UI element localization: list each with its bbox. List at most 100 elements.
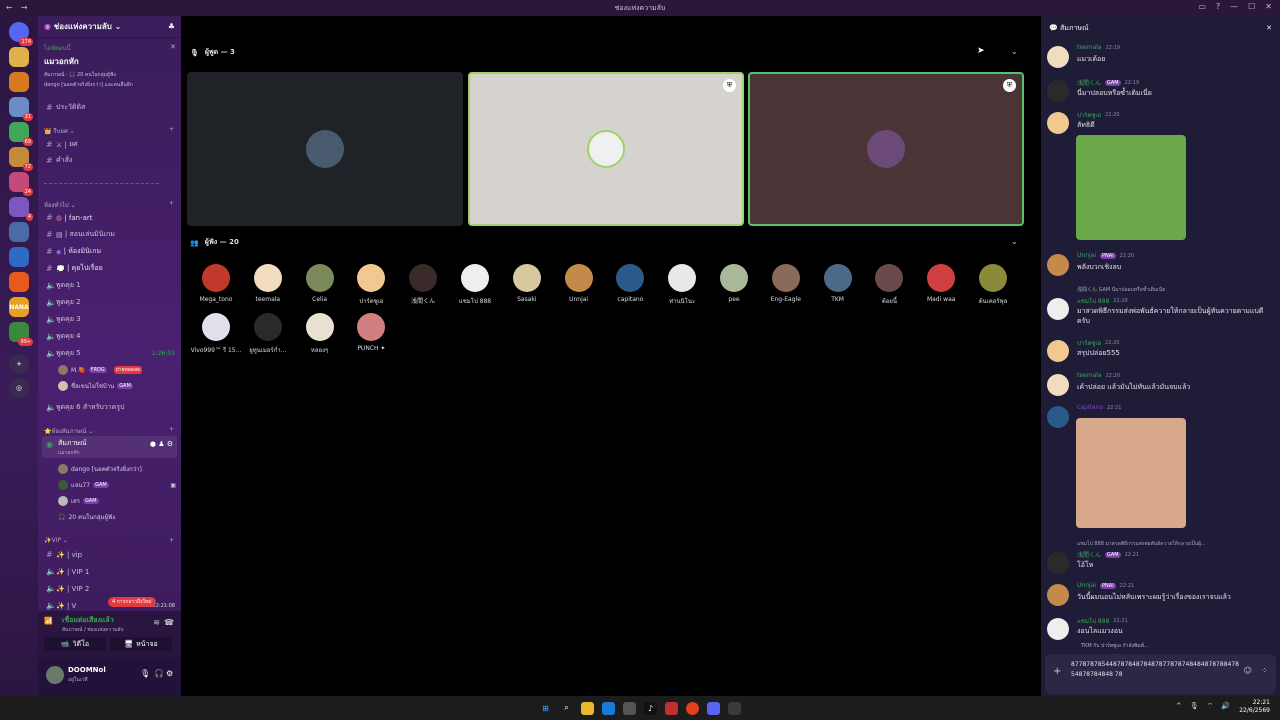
forward-arrow-icon[interactable]: → (21, 3, 28, 12)
author-name[interactable]: 浅間くん (1077, 78, 1101, 87)
speaker-tile[interactable] (187, 72, 463, 226)
channel-rules[interactable]: # ประวัติดิส (38, 100, 181, 115)
server-icon[interactable]: 24 (9, 172, 33, 196)
listener[interactable]: Mega_tono (196, 264, 236, 303)
listener[interactable]: ต้นเคอร์พุล (973, 264, 1013, 306)
server-icon[interactable] (9, 272, 29, 292)
gear-icon[interactable]: ⚙ (166, 669, 173, 678)
discord-icon[interactable] (707, 701, 720, 715)
channel-vip-2[interactable]: 🔈 ✨ | VIP 2 (38, 581, 181, 596)
listener[interactable]: Vivo999™ รี 15... (191, 313, 241, 355)
listener[interactable]: Madi waa (921, 264, 961, 303)
add-channel-icon[interactable]: + (169, 426, 174, 436)
listener[interactable]: แชมโป 888 (455, 264, 495, 306)
chevron-up-icon[interactable]: ^ (1176, 702, 1182, 711)
tiktok-icon[interactable]: ♪ (644, 701, 657, 715)
back-arrow-icon[interactable]: ← (6, 3, 13, 12)
noise-suppression-icon[interactable]: ≋ (153, 618, 160, 627)
category-vip[interactable]: ✨VIP ⌄ + (44, 537, 174, 544)
avatar[interactable] (1047, 80, 1069, 102)
author-name[interactable]: Unnjai (1077, 582, 1096, 589)
voice-channel-1[interactable]: 🔈 พูดคุย 1 (38, 278, 181, 293)
avatar[interactable] (1047, 298, 1069, 320)
voice-user[interactable]: ชื่อเขนไม่ใช่บ้าน GAM (58, 381, 133, 391)
avatar[interactable] (1047, 46, 1069, 68)
screen-share-button[interactable]: 🖥 หน้าจอ (110, 637, 172, 651)
voice-channel-2[interactable]: 🔈 พูดคุย 2 (38, 295, 181, 310)
server-icon[interactable] (9, 247, 29, 267)
add-channel-icon[interactable]: + (169, 200, 174, 210)
listener[interactable]: ยูทูนเมอร์ก่ำ... (248, 313, 288, 355)
voice-channel-4[interactable]: 🔈 พูดคุย 4 (38, 329, 181, 344)
new-mentions-badge[interactable]: 4 การกล่าวถึงใหม่ (108, 597, 156, 607)
server-icon[interactable]: 69 (9, 122, 33, 146)
help-icon[interactable]: ? (1216, 2, 1220, 11)
author-name[interactable]: ปาร์ตซูเอ (1077, 338, 1101, 348)
author-name[interactable]: capitano (1077, 404, 1103, 411)
avatar[interactable] (46, 666, 64, 684)
channel-minigame[interactable]: # ◆ | ห้องมินิเกม (38, 244, 181, 259)
pepe-meme-image[interactable] (1076, 135, 1186, 240)
stage-user[interactable]: เสร GAM (58, 496, 99, 506)
chevron-down-icon[interactable]: ⌄ (1011, 237, 1018, 246)
speaker-tile[interactable]: ⛨ (468, 72, 744, 226)
channel-chat[interactable]: # 💭 | คุยไปเรื่อย (38, 261, 181, 276)
listener[interactable]: Celia (300, 264, 340, 303)
add-channel-icon[interactable]: + (169, 537, 174, 544)
add-server-icon[interactable]: + (9, 354, 29, 374)
avatar[interactable] (1047, 584, 1069, 606)
speaker-tile[interactable]: ⛨ (748, 72, 1024, 226)
author-name[interactable]: แชมโป 888 (1077, 296, 1109, 306)
avatar[interactable] (1047, 618, 1069, 640)
avatar[interactable] (1047, 374, 1069, 396)
voice-channel-5[interactable]: 🔈 พูดคุย 5 1:26:03 (38, 346, 181, 361)
account-name[interactable]: DOOMNol (68, 666, 106, 674)
add-user-icon[interactable]: ♟ (158, 440, 164, 448)
listener[interactable]: Eng-Eagle (766, 264, 806, 303)
file-explorer-icon[interactable] (581, 701, 594, 715)
server-icon[interactable]: 72 (9, 147, 33, 171)
voice-status[interactable]: 📶 เชื่อมต่อเสียงแล้ว สัมภาษณ์ / ช่องแห่ง… (44, 615, 176, 635)
close-icon[interactable]: ✕ (170, 43, 176, 51)
server-icon[interactable]: 31 (9, 97, 33, 121)
app-icon[interactable] (728, 701, 741, 715)
event-banner[interactable]: ไลฟ์ตอนนี้ แมวอกหัก สัมภาษณ์ · 🎧 20 คนใน… (44, 43, 176, 89)
photo-attachment[interactable] (1076, 418, 1186, 528)
author-name[interactable]: ปาร์ตซูเอ (1077, 110, 1101, 120)
channel-vip[interactable]: # ✨ | vip (38, 547, 181, 562)
listener[interactable]: Unnjai (559, 264, 599, 303)
minimize-icon[interactable]: — (1230, 2, 1238, 11)
listener[interactable]: PUNCH ✦ (351, 313, 391, 352)
headphones-icon[interactable]: 🎧 (154, 669, 164, 678)
channel-commands[interactable]: # คำสั่ง (38, 153, 181, 168)
reply-preview[interactable]: 浅間くん GAM นี่มาปลอบหรือซ้ำเติมเนี่ย (1077, 286, 1273, 294)
server-icon[interactable]: NANA (9, 297, 29, 317)
avatar[interactable] (1047, 112, 1069, 134)
author-name[interactable]: teemala (1077, 44, 1102, 51)
avatar[interactable] (1047, 552, 1069, 574)
listener[interactable]: หลองๆ (300, 313, 340, 355)
server-icon[interactable]: 99+ (9, 322, 33, 346)
category-rank[interactable]: 👑 รีบยศ ⌄ + (44, 126, 174, 136)
add-attachment-icon[interactable]: + (1053, 666, 1061, 677)
inbox-icon[interactable]: ▭ (1198, 2, 1206, 11)
avatar[interactable] (1047, 340, 1069, 362)
server-icon[interactable]: 4 (9, 197, 33, 221)
category-general[interactable]: ห้องทั่วไป ⌄ + (44, 200, 174, 210)
stage-user[interactable]: แจน77 GAM ▣ (58, 480, 176, 490)
app-icon[interactable] (665, 701, 678, 715)
disconnect-icon[interactable]: ☎ (164, 618, 174, 627)
message-input[interactable]: + 87787878544878784878487877878748484878… (1045, 654, 1276, 694)
server-icon[interactable] (9, 72, 29, 92)
maximize-icon[interactable]: ☐ (1248, 2, 1255, 11)
listener[interactable]: TKM (818, 264, 858, 303)
microphone-icon[interactable]: 🎙 (1190, 702, 1199, 711)
add-member-icon[interactable]: ♣ (168, 22, 175, 31)
microphone-icon[interactable]: 🎙 (140, 669, 150, 678)
discord-home-icon[interactable]: 174 (9, 22, 33, 46)
channel-yot[interactable]: # ⚔ | ยศ (38, 137, 181, 152)
avatar[interactable] (1047, 406, 1069, 428)
stage-user[interactable]: dango [นอคตัวจริงยิ่งกว่า] (58, 464, 142, 474)
emoji-icon[interactable]: ☺ (1244, 666, 1252, 675)
chevron-down-icon[interactable]: ⌄ (1011, 47, 1018, 56)
